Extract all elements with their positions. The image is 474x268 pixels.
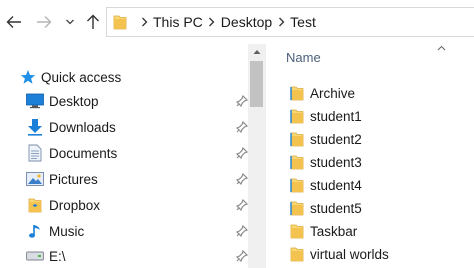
navigation-bar: This PC Desktop Test bbox=[0, 0, 474, 44]
sidebar-item-label: Desktop bbox=[49, 93, 99, 109]
sidebar-item-music[interactable]: Music bbox=[26, 219, 248, 243]
music-icon bbox=[26, 222, 44, 240]
file-name: student5 bbox=[310, 200, 362, 216]
arrow-up-icon bbox=[87, 14, 99, 29]
file-name: Taskbar bbox=[310, 223, 358, 239]
file-name: student1 bbox=[310, 108, 362, 124]
documents-icon bbox=[26, 144, 44, 162]
pin-icon[interactable] bbox=[236, 224, 248, 238]
sidebar-item-drive-e[interactable]: E:\ bbox=[26, 244, 248, 268]
list-item[interactable]: virtual worlds bbox=[290, 243, 460, 265]
folder-icon bbox=[113, 14, 127, 30]
pin-icon[interactable] bbox=[236, 172, 248, 186]
breadcrumb-desktop[interactable]: Desktop bbox=[221, 14, 272, 30]
folder-icon bbox=[290, 246, 304, 262]
scroll-thumb[interactable] bbox=[250, 61, 263, 107]
sidebar-item-label: Documents bbox=[49, 145, 118, 161]
pictures-icon bbox=[26, 170, 44, 188]
list-item[interactable]: student5 bbox=[290, 197, 460, 219]
file-name: virtual worlds bbox=[310, 246, 389, 262]
navigation-pane: Quick access Desktop Downloads Documents… bbox=[0, 44, 264, 268]
sidebar-item-documents[interactable]: Documents bbox=[26, 141, 248, 165]
list-item[interactable]: student3 bbox=[290, 151, 460, 173]
scroll-up-button[interactable] bbox=[248, 44, 265, 60]
folder-icon bbox=[290, 154, 304, 170]
breadcrumb-test[interactable]: Test bbox=[290, 14, 316, 30]
file-name: student4 bbox=[310, 177, 362, 193]
sidebar-item-label: Music bbox=[49, 223, 85, 239]
column-header-name[interactable]: Name bbox=[286, 50, 321, 65]
desktop-icon bbox=[26, 92, 44, 110]
sort-ascending-icon[interactable] bbox=[436, 44, 446, 52]
quick-access[interactable]: Quick access bbox=[20, 67, 121, 87]
quick-access-label: Quick access bbox=[41, 69, 122, 85]
sidebar-item-label: Downloads bbox=[49, 119, 116, 135]
sidebar-item-label: Pictures bbox=[49, 171, 98, 187]
up-button[interactable] bbox=[82, 8, 104, 36]
list-item[interactable]: student1 bbox=[290, 105, 460, 127]
file-name: student3 bbox=[310, 154, 362, 170]
navigation-pane-scrollbar[interactable] bbox=[248, 44, 265, 268]
sidebar-item-desktop[interactable]: Desktop bbox=[26, 89, 248, 113]
list-item[interactable]: Taskbar bbox=[290, 220, 460, 242]
sidebar-item-dropbox[interactable]: Dropbox bbox=[26, 193, 248, 217]
list-item[interactable]: Archive bbox=[290, 82, 460, 104]
folder-icon bbox=[290, 177, 304, 193]
file-name: student2 bbox=[310, 131, 362, 147]
file-name: Archive bbox=[310, 85, 356, 101]
address-bar[interactable]: This PC Desktop Test bbox=[106, 7, 474, 37]
chevron-up-icon bbox=[253, 50, 260, 54]
pin-icon[interactable] bbox=[236, 146, 248, 160]
downloads-icon bbox=[26, 118, 44, 136]
breadcrumb-separator-icon[interactable] bbox=[138, 17, 150, 27]
pin-icon[interactable] bbox=[236, 120, 248, 134]
pin-icon[interactable] bbox=[236, 94, 248, 108]
recent-locations-button[interactable] bbox=[60, 8, 80, 36]
dropbox-icon bbox=[26, 196, 44, 214]
pin-icon[interactable] bbox=[236, 249, 248, 263]
arrow-right-icon bbox=[37, 16, 52, 28]
folder-icon bbox=[290, 223, 304, 239]
arrow-left-icon bbox=[6, 16, 21, 28]
breadcrumb-this-pc[interactable]: This PC bbox=[153, 14, 203, 30]
drive-icon bbox=[26, 247, 44, 265]
chevron-down-icon bbox=[66, 19, 74, 25]
sidebar-item-downloads[interactable]: Downloads bbox=[26, 115, 248, 139]
breadcrumb-separator-icon[interactable] bbox=[275, 17, 287, 27]
breadcrumb-separator-icon[interactable] bbox=[206, 17, 218, 27]
sidebar-item-label: E:\ bbox=[49, 248, 66, 264]
pin-icon[interactable] bbox=[236, 198, 248, 212]
sidebar-item-pictures[interactable]: Pictures bbox=[26, 167, 248, 191]
back-button[interactable] bbox=[0, 8, 28, 36]
list-item[interactable]: student2 bbox=[290, 128, 460, 150]
sidebar-item-label: Dropbox bbox=[49, 197, 101, 213]
file-list: Name Archive student1 student2 student3 … bbox=[266, 44, 474, 268]
forward-button[interactable] bbox=[30, 8, 58, 36]
star-icon bbox=[20, 70, 36, 84]
folder-icon bbox=[290, 200, 304, 216]
folder-icon bbox=[290, 108, 304, 124]
folder-icon bbox=[290, 85, 304, 101]
list-item[interactable]: student4 bbox=[290, 174, 460, 196]
folder-icon bbox=[290, 131, 304, 147]
